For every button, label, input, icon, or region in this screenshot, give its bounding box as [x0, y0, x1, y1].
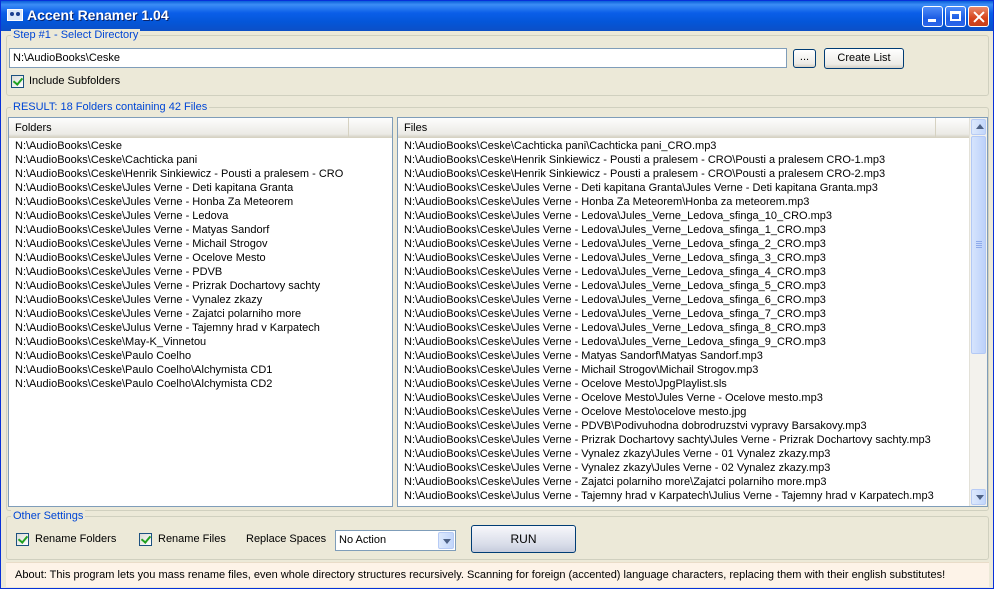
folder-list-item[interactable]: N:\AudioBooks\Ceske\Jules Verne - Deti k…: [15, 181, 392, 195]
file-list-item[interactable]: N:\AudioBooks\Ceske\Jules Verne - Vynale…: [404, 461, 987, 475]
title-bar[interactable]: Accent Renamer 1.04: [1, 1, 993, 31]
other-settings-title: Other Settings: [11, 510, 86, 522]
file-list-item[interactable]: N:\AudioBooks\Ceske\Cachticka pani\Cacht…: [404, 139, 987, 153]
arrow-down-icon: [976, 495, 984, 500]
file-list-item[interactable]: N:\AudioBooks\Ceske\Jules Verne - Deti k…: [404, 181, 987, 195]
file-list-item[interactable]: N:\AudioBooks\Ceske\Jules Verne - Ocelov…: [404, 405, 987, 419]
file-list-item[interactable]: N:\AudioBooks\Ceske\Jules Verne - Ledova…: [404, 293, 987, 307]
file-list-item[interactable]: N:\AudioBooks\Ceske\Henrik Sinkiewicz - …: [404, 153, 987, 167]
file-list-item[interactable]: N:\AudioBooks\Ceske\Jules Verne - Matyas…: [404, 349, 987, 363]
scroll-thumb[interactable]: [971, 136, 986, 354]
maximize-button[interactable]: [945, 6, 966, 27]
folders-rows: N:\AudioBooks\Ceske N:\AudioBooks\Ceske\C…: [15, 139, 392, 391]
folder-list-item[interactable]: N:\AudioBooks\Ceske: [15, 139, 392, 153]
arrow-up-icon: [976, 124, 984, 129]
folder-list-item[interactable]: N:\AudioBooks\Ceske\Jules Verne - Ocelov…: [15, 251, 392, 265]
file-list-item[interactable]: N:\AudioBooks\Ceske\Jules Verne - Ledova…: [404, 251, 987, 265]
folder-list-item[interactable]: N:\AudioBooks\Ceske\Jules Verne - Prizra…: [15, 279, 392, 293]
file-list-item[interactable]: N:\AudioBooks\Ceske\Jules Verne - Ledova…: [404, 237, 987, 251]
replace-spaces-value: No Action: [339, 534, 387, 546]
include-subfolders-label: Include Subfolders: [29, 75, 121, 87]
folder-list-item[interactable]: N:\AudioBooks\Ceske\Paulo Coelho\Alchymi…: [15, 377, 392, 391]
main-window: Accent Renamer 1.04 Step #1 - Select Dir…: [0, 0, 994, 589]
files-rows: N:\AudioBooks\Ceske\Cachticka pani\Cacht…: [404, 139, 987, 503]
file-list-item[interactable]: N:\AudioBooks\Ceske\Jules Verne - Ledova…: [404, 307, 987, 321]
file-list-item[interactable]: N:\AudioBooks\Ceske\Jules Verne - PDVB\P…: [404, 419, 987, 433]
file-list-item[interactable]: N:\AudioBooks\Ceske\Jules Verne - Ocelov…: [404, 391, 987, 405]
files-scrollbar[interactable]: [969, 118, 987, 506]
grip-icon: [976, 241, 982, 249]
folders-column-header[interactable]: Folders: [9, 118, 349, 137]
chevron-down-icon: [443, 539, 451, 544]
file-list-item[interactable]: N:\AudioBooks\Ceske\Jules Verne - Ledova…: [404, 265, 987, 279]
about-text: About: This program lets you mass rename…: [15, 569, 946, 581]
file-list-item[interactable]: N:\AudioBooks\Ceske\Jules Verne - Ocelov…: [404, 377, 987, 391]
replace-spaces-label: Replace Spaces: [246, 533, 327, 545]
about-bar: About: This program lets you mass rename…: [6, 562, 989, 587]
file-list-item[interactable]: N:\AudioBooks\Ceske\Jules Verne - Ledova…: [404, 321, 987, 335]
rename-folders-checkbox[interactable]: [16, 533, 29, 546]
folder-list-item[interactable]: N:\AudioBooks\Ceske\Henrik Sinkiewicz - …: [15, 167, 392, 181]
file-list-item[interactable]: N:\AudioBooks\Ceske\Julus Verne - Tajemn…: [404, 489, 987, 503]
app-icon: [7, 9, 23, 21]
files-column-header[interactable]: Files: [398, 118, 936, 137]
run-button[interactable]: RUN: [471, 525, 576, 553]
file-list-item[interactable]: N:\AudioBooks\Ceske\Jules Verne - Zajatc…: [404, 475, 987, 489]
include-subfolders-checkbox[interactable]: [11, 75, 24, 88]
step1-title: Step #1 - Select Directory: [11, 29, 141, 41]
file-list-item[interactable]: N:\AudioBooks\Ceske\Jules Verne - Vynale…: [404, 447, 987, 461]
file-list-item[interactable]: N:\AudioBooks\Ceske\Jules Verne - Prizra…: [404, 433, 987, 447]
file-list-item[interactable]: N:\AudioBooks\Ceske\Jules Verne - Ledova…: [404, 335, 987, 349]
folder-list-item[interactable]: N:\AudioBooks\Ceske\Jules Verne - Zajatc…: [15, 307, 392, 321]
file-list-item[interactable]: N:\AudioBooks\Ceske\Jules Verne - Ledova…: [404, 279, 987, 293]
folder-list-item[interactable]: N:\AudioBooks\Ceske\May-K_Vinnetou: [15, 335, 392, 349]
folder-list-item[interactable]: N:\AudioBooks\Ceske\Paulo Coelho: [15, 349, 392, 363]
folder-list-item[interactable]: N:\AudioBooks\Ceske\Jules Verne - Vynale…: [15, 293, 392, 307]
folder-list-item[interactable]: N:\AudioBooks\Ceske\Jules Verne - Honba …: [15, 195, 392, 209]
folders-list-header: Folders: [9, 118, 392, 138]
scroll-down-button[interactable]: [971, 489, 986, 505]
folder-list-item[interactable]: N:\AudioBooks\Ceske\Jules Verne - Michai…: [15, 237, 392, 251]
file-list-item[interactable]: N:\AudioBooks\Ceske\Jules Verne - Ledova…: [404, 223, 987, 237]
folder-list-item[interactable]: N:\AudioBooks\Ceske\Jules Verne - Ledova: [15, 209, 392, 223]
close-button[interactable]: [968, 6, 989, 27]
file-list-item[interactable]: N:\AudioBooks\Ceske\Jules Verne - Honba …: [404, 195, 987, 209]
file-list-item[interactable]: N:\AudioBooks\Ceske\Jules Verne - Michai…: [404, 363, 987, 377]
directory-input[interactable]: [9, 48, 787, 68]
dropdown-button[interactable]: [438, 532, 454, 549]
scroll-up-button[interactable]: [971, 119, 986, 135]
create-list-button[interactable]: Create List: [824, 48, 904, 69]
folder-list-item[interactable]: N:\AudioBooks\Ceske\Julus Verne - Tajemn…: [15, 321, 392, 335]
file-list-item[interactable]: N:\AudioBooks\Ceske\Jules Verne - Ledova…: [404, 209, 987, 223]
folder-list-item[interactable]: N:\AudioBooks\Ceske\Paulo Coelho\Alchymi…: [15, 363, 392, 377]
files-list-header: Files: [398, 118, 970, 138]
browse-button[interactable]: ...: [793, 49, 816, 68]
rename-files-label: Rename Files: [158, 533, 226, 545]
file-list-item[interactable]: N:\AudioBooks\Ceske\Henrik Sinkiewicz - …: [404, 167, 987, 181]
result-title: RESULT: 18 Folders containing 42 Files: [11, 101, 210, 113]
files-list[interactable]: Files N:\AudioBooks\Ceske\Cachticka pani…: [397, 117, 988, 507]
folder-list-item[interactable]: N:\AudioBooks\Ceske\Jules Verne - Matyas…: [15, 223, 392, 237]
replace-spaces-select[interactable]: No Action: [335, 530, 456, 551]
folders-list[interactable]: Folders N:\AudioBooks\Ceske N:\AudioBooks…: [8, 117, 393, 507]
folder-list-item[interactable]: N:\AudioBooks\Ceske\Jules Verne - PDVB: [15, 265, 392, 279]
minimize-button[interactable]: [922, 6, 943, 27]
window-title: Accent Renamer 1.04: [27, 7, 169, 23]
rename-folders-label: Rename Folders: [35, 533, 117, 545]
rename-files-checkbox[interactable]: [139, 533, 152, 546]
folder-list-item[interactable]: N:\AudioBooks\Ceske\Cachticka pani: [15, 153, 392, 167]
